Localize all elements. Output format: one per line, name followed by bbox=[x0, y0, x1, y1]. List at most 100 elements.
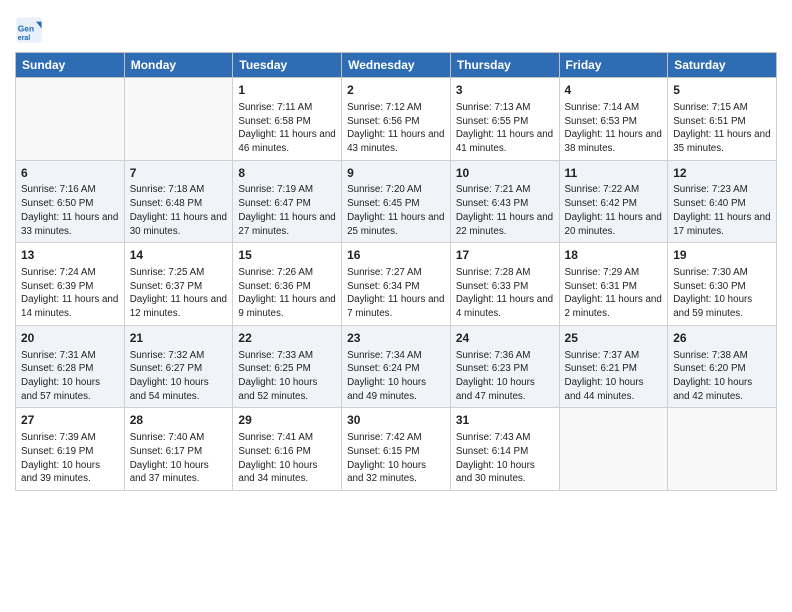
day-cell bbox=[668, 408, 777, 491]
day-info-line: Daylight: 11 hours and 46 minutes. bbox=[238, 128, 336, 155]
day-info-line: Daylight: 11 hours and 12 minutes. bbox=[130, 293, 228, 320]
day-info-line: Sunrise: 7:42 AM bbox=[347, 431, 445, 445]
day-info-line: Sunset: 6:43 PM bbox=[456, 197, 554, 211]
day-number: 3 bbox=[456, 82, 554, 99]
day-cell: 15Sunrise: 7:26 AMSunset: 6:36 PMDayligh… bbox=[233, 243, 342, 326]
day-info-line: Daylight: 11 hours and 20 minutes. bbox=[565, 211, 663, 238]
day-number: 9 bbox=[347, 165, 445, 182]
day-info-line: Daylight: 11 hours and 17 minutes. bbox=[673, 211, 771, 238]
day-number: 15 bbox=[238, 247, 336, 264]
day-info-line: Sunset: 6:27 PM bbox=[130, 362, 228, 376]
logo: Gen eral bbox=[15, 16, 47, 44]
day-info-line: Sunrise: 7:26 AM bbox=[238, 266, 336, 280]
day-info-line: Sunset: 6:58 PM bbox=[238, 115, 336, 129]
day-number: 4 bbox=[565, 82, 663, 99]
day-info-line: Sunrise: 7:32 AM bbox=[130, 349, 228, 363]
day-info-line: Daylight: 10 hours and 44 minutes. bbox=[565, 376, 663, 403]
day-info-line: Sunrise: 7:36 AM bbox=[456, 349, 554, 363]
day-info-line: Sunset: 6:55 PM bbox=[456, 115, 554, 129]
day-cell: 7Sunrise: 7:18 AMSunset: 6:48 PMDaylight… bbox=[124, 160, 233, 243]
day-number: 14 bbox=[130, 247, 228, 264]
day-info-line: Sunrise: 7:39 AM bbox=[21, 431, 119, 445]
day-info-line: Daylight: 10 hours and 47 minutes. bbox=[456, 376, 554, 403]
day-number: 22 bbox=[238, 330, 336, 347]
day-info-line: Sunset: 6:31 PM bbox=[565, 280, 663, 294]
day-info-line: Daylight: 11 hours and 30 minutes. bbox=[130, 211, 228, 238]
day-number: 2 bbox=[347, 82, 445, 99]
day-info-line: Sunset: 6:20 PM bbox=[673, 362, 771, 376]
day-number: 18 bbox=[565, 247, 663, 264]
day-number: 7 bbox=[130, 165, 228, 182]
day-info-line: Sunrise: 7:27 AM bbox=[347, 266, 445, 280]
day-info-line: Daylight: 11 hours and 9 minutes. bbox=[238, 293, 336, 320]
day-info-line: Sunrise: 7:23 AM bbox=[673, 183, 771, 197]
day-cell: 17Sunrise: 7:28 AMSunset: 6:33 PMDayligh… bbox=[450, 243, 559, 326]
day-cell: 1 Sunrise: 7:11 AMSunset: 6:58 PMDaylight… bbox=[233, 78, 342, 161]
svg-text:Gen: Gen bbox=[18, 23, 34, 33]
day-cell bbox=[559, 408, 668, 491]
day-info-line: Sunset: 6:45 PM bbox=[347, 197, 445, 211]
day-number: 29 bbox=[238, 412, 336, 429]
day-cell: 10Sunrise: 7:21 AMSunset: 6:43 PMDayligh… bbox=[450, 160, 559, 243]
days-header-row: SundayMondayTuesdayWednesdayThursdayFrid… bbox=[16, 53, 777, 78]
day-number: 16 bbox=[347, 247, 445, 264]
day-header-saturday: Saturday bbox=[668, 53, 777, 78]
day-info-line: Sunrise: 7:12 AM bbox=[347, 101, 445, 115]
day-header-wednesday: Wednesday bbox=[342, 53, 451, 78]
day-info-line: Sunrise: 7:34 AM bbox=[347, 349, 445, 363]
day-info-line: Sunrise: 7:25 AM bbox=[130, 266, 228, 280]
day-info-line: Sunset: 6:39 PM bbox=[21, 280, 119, 294]
day-info-line: Daylight: 10 hours and 34 minutes. bbox=[238, 459, 336, 486]
day-info-line: Sunset: 6:24 PM bbox=[347, 362, 445, 376]
day-info-line: Daylight: 11 hours and 38 minutes. bbox=[565, 128, 663, 155]
day-cell bbox=[124, 78, 233, 161]
day-info-line: Daylight: 10 hours and 49 minutes. bbox=[347, 376, 445, 403]
day-cell: 20Sunrise: 7:31 AMSunset: 6:28 PMDayligh… bbox=[16, 325, 125, 408]
day-info-line: Sunset: 6:30 PM bbox=[673, 280, 771, 294]
day-number: 23 bbox=[347, 330, 445, 347]
day-info-line: Daylight: 10 hours and 52 minutes. bbox=[238, 376, 336, 403]
day-info-line: Daylight: 11 hours and 41 minutes. bbox=[456, 128, 554, 155]
day-info-line: Sunset: 6:14 PM bbox=[456, 445, 554, 459]
week-row-2: 6Sunrise: 7:16 AMSunset: 6:50 PMDaylight… bbox=[16, 160, 777, 243]
day-header-tuesday: Tuesday bbox=[233, 53, 342, 78]
day-cell: 31Sunrise: 7:43 AMSunset: 6:14 PMDayligh… bbox=[450, 408, 559, 491]
day-info-line: Sunrise: 7:31 AM bbox=[21, 349, 119, 363]
day-cell: 19Sunrise: 7:30 AMSunset: 6:30 PMDayligh… bbox=[668, 243, 777, 326]
day-info-line: Sunrise: 7:40 AM bbox=[130, 431, 228, 445]
day-header-thursday: Thursday bbox=[450, 53, 559, 78]
day-cell: 4Sunrise: 7:14 AMSunset: 6:53 PMDaylight… bbox=[559, 78, 668, 161]
day-info-line: Sunrise: 7:43 AM bbox=[456, 431, 554, 445]
day-number: 12 bbox=[673, 165, 771, 182]
day-info-line: Sunset: 6:17 PM bbox=[130, 445, 228, 459]
week-row-4: 20Sunrise: 7:31 AMSunset: 6:28 PMDayligh… bbox=[16, 325, 777, 408]
day-info-line: Daylight: 11 hours and 25 minutes. bbox=[347, 211, 445, 238]
day-info-line: Sunset: 6:15 PM bbox=[347, 445, 445, 459]
day-info-line: Sunrise: 7:13 AM bbox=[456, 101, 554, 115]
day-info-line: Daylight: 11 hours and 14 minutes. bbox=[21, 293, 119, 320]
day-cell: 8Sunrise: 7:19 AMSunset: 6:47 PMDaylight… bbox=[233, 160, 342, 243]
day-info-line: Daylight: 11 hours and 22 minutes. bbox=[456, 211, 554, 238]
day-info-line: Sunrise: 7:19 AM bbox=[238, 183, 336, 197]
day-cell: 6Sunrise: 7:16 AMSunset: 6:50 PMDaylight… bbox=[16, 160, 125, 243]
day-info-line: Sunrise: 7:22 AM bbox=[565, 183, 663, 197]
day-info-line: Sunset: 6:23 PM bbox=[456, 362, 554, 376]
day-info-line: Daylight: 11 hours and 35 minutes. bbox=[673, 128, 771, 155]
day-info-line: Daylight: 10 hours and 30 minutes. bbox=[456, 459, 554, 486]
day-number: 10 bbox=[456, 165, 554, 182]
day-info-line: Daylight: 10 hours and 59 minutes. bbox=[673, 293, 771, 320]
day-info-line: Daylight: 11 hours and 33 minutes. bbox=[21, 211, 119, 238]
day-cell: 13Sunrise: 7:24 AMSunset: 6:39 PMDayligh… bbox=[16, 243, 125, 326]
day-cell: 26Sunrise: 7:38 AMSunset: 6:20 PMDayligh… bbox=[668, 325, 777, 408]
day-info-line: Sunrise: 7:38 AM bbox=[673, 349, 771, 363]
day-number: 1 bbox=[238, 82, 336, 99]
day-cell: 11Sunrise: 7:22 AMSunset: 6:42 PMDayligh… bbox=[559, 160, 668, 243]
day-info-line: Sunset: 6:48 PM bbox=[130, 197, 228, 211]
day-info-line: Daylight: 10 hours and 39 minutes. bbox=[21, 459, 119, 486]
day-info-line: Daylight: 10 hours and 37 minutes. bbox=[130, 459, 228, 486]
day-info-line: Sunrise: 7:11 AM bbox=[238, 101, 336, 115]
day-cell: 16Sunrise: 7:27 AMSunset: 6:34 PMDayligh… bbox=[342, 243, 451, 326]
day-header-monday: Monday bbox=[124, 53, 233, 78]
day-cell: 25Sunrise: 7:37 AMSunset: 6:21 PMDayligh… bbox=[559, 325, 668, 408]
day-info-line: Daylight: 11 hours and 43 minutes. bbox=[347, 128, 445, 155]
